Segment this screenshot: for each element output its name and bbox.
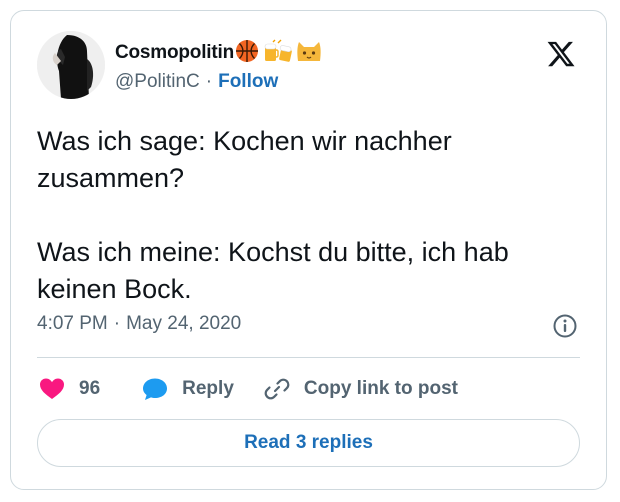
author-handle-row: @PolitinC · Follow [115, 71, 278, 93]
tweet-actions: 96 Reply Copy link to post [39, 371, 458, 407]
like-button[interactable]: 96 [39, 377, 100, 401]
follow-link[interactable]: Follow [218, 71, 278, 93]
author-display-name[interactable]: Cosmopolitin [115, 42, 234, 64]
read-replies-button[interactable]: Read 3 replies [37, 419, 580, 467]
basketball-beer-cat-emoji-icons [235, 39, 321, 62]
speech-bubble-icon [143, 378, 168, 400]
x-logo-icon[interactable] [546, 39, 576, 69]
separator-dot: · [205, 71, 213, 92]
copy-link-label: Copy link to post [303, 378, 458, 399]
tweet-date[interactable]: May 24, 2020 [126, 313, 241, 335]
reply-button[interactable]: Reply [142, 377, 234, 401]
reply-label: Reply [182, 378, 234, 399]
separator-dot: · [113, 313, 121, 334]
tweet-card: Cosmopolitin @PolitinC · Follow Was ich … [10, 10, 607, 490]
tweet-timestamp[interactable]: 4:07 PM · May 24, 2020 [37, 313, 241, 335]
like-count: 96 [79, 378, 101, 399]
author-handle[interactable]: @PolitinC [115, 71, 200, 93]
info-icon[interactable] [552, 313, 578, 339]
name-emojis [235, 39, 321, 68]
link-icon [264, 378, 290, 400]
avatar-image [37, 31, 105, 99]
heart-icon [40, 378, 64, 399]
divider [37, 357, 580, 358]
avatar[interactable] [37, 31, 105, 99]
author-name-row[interactable]: Cosmopolitin [115, 39, 321, 67]
copy-link-button[interactable]: Copy link to post [264, 376, 458, 402]
tweet-time[interactable]: 4:07 PM [37, 313, 108, 335]
tweet-text: Was ich sage: Kochen wir nachher zusamme… [37, 126, 509, 304]
